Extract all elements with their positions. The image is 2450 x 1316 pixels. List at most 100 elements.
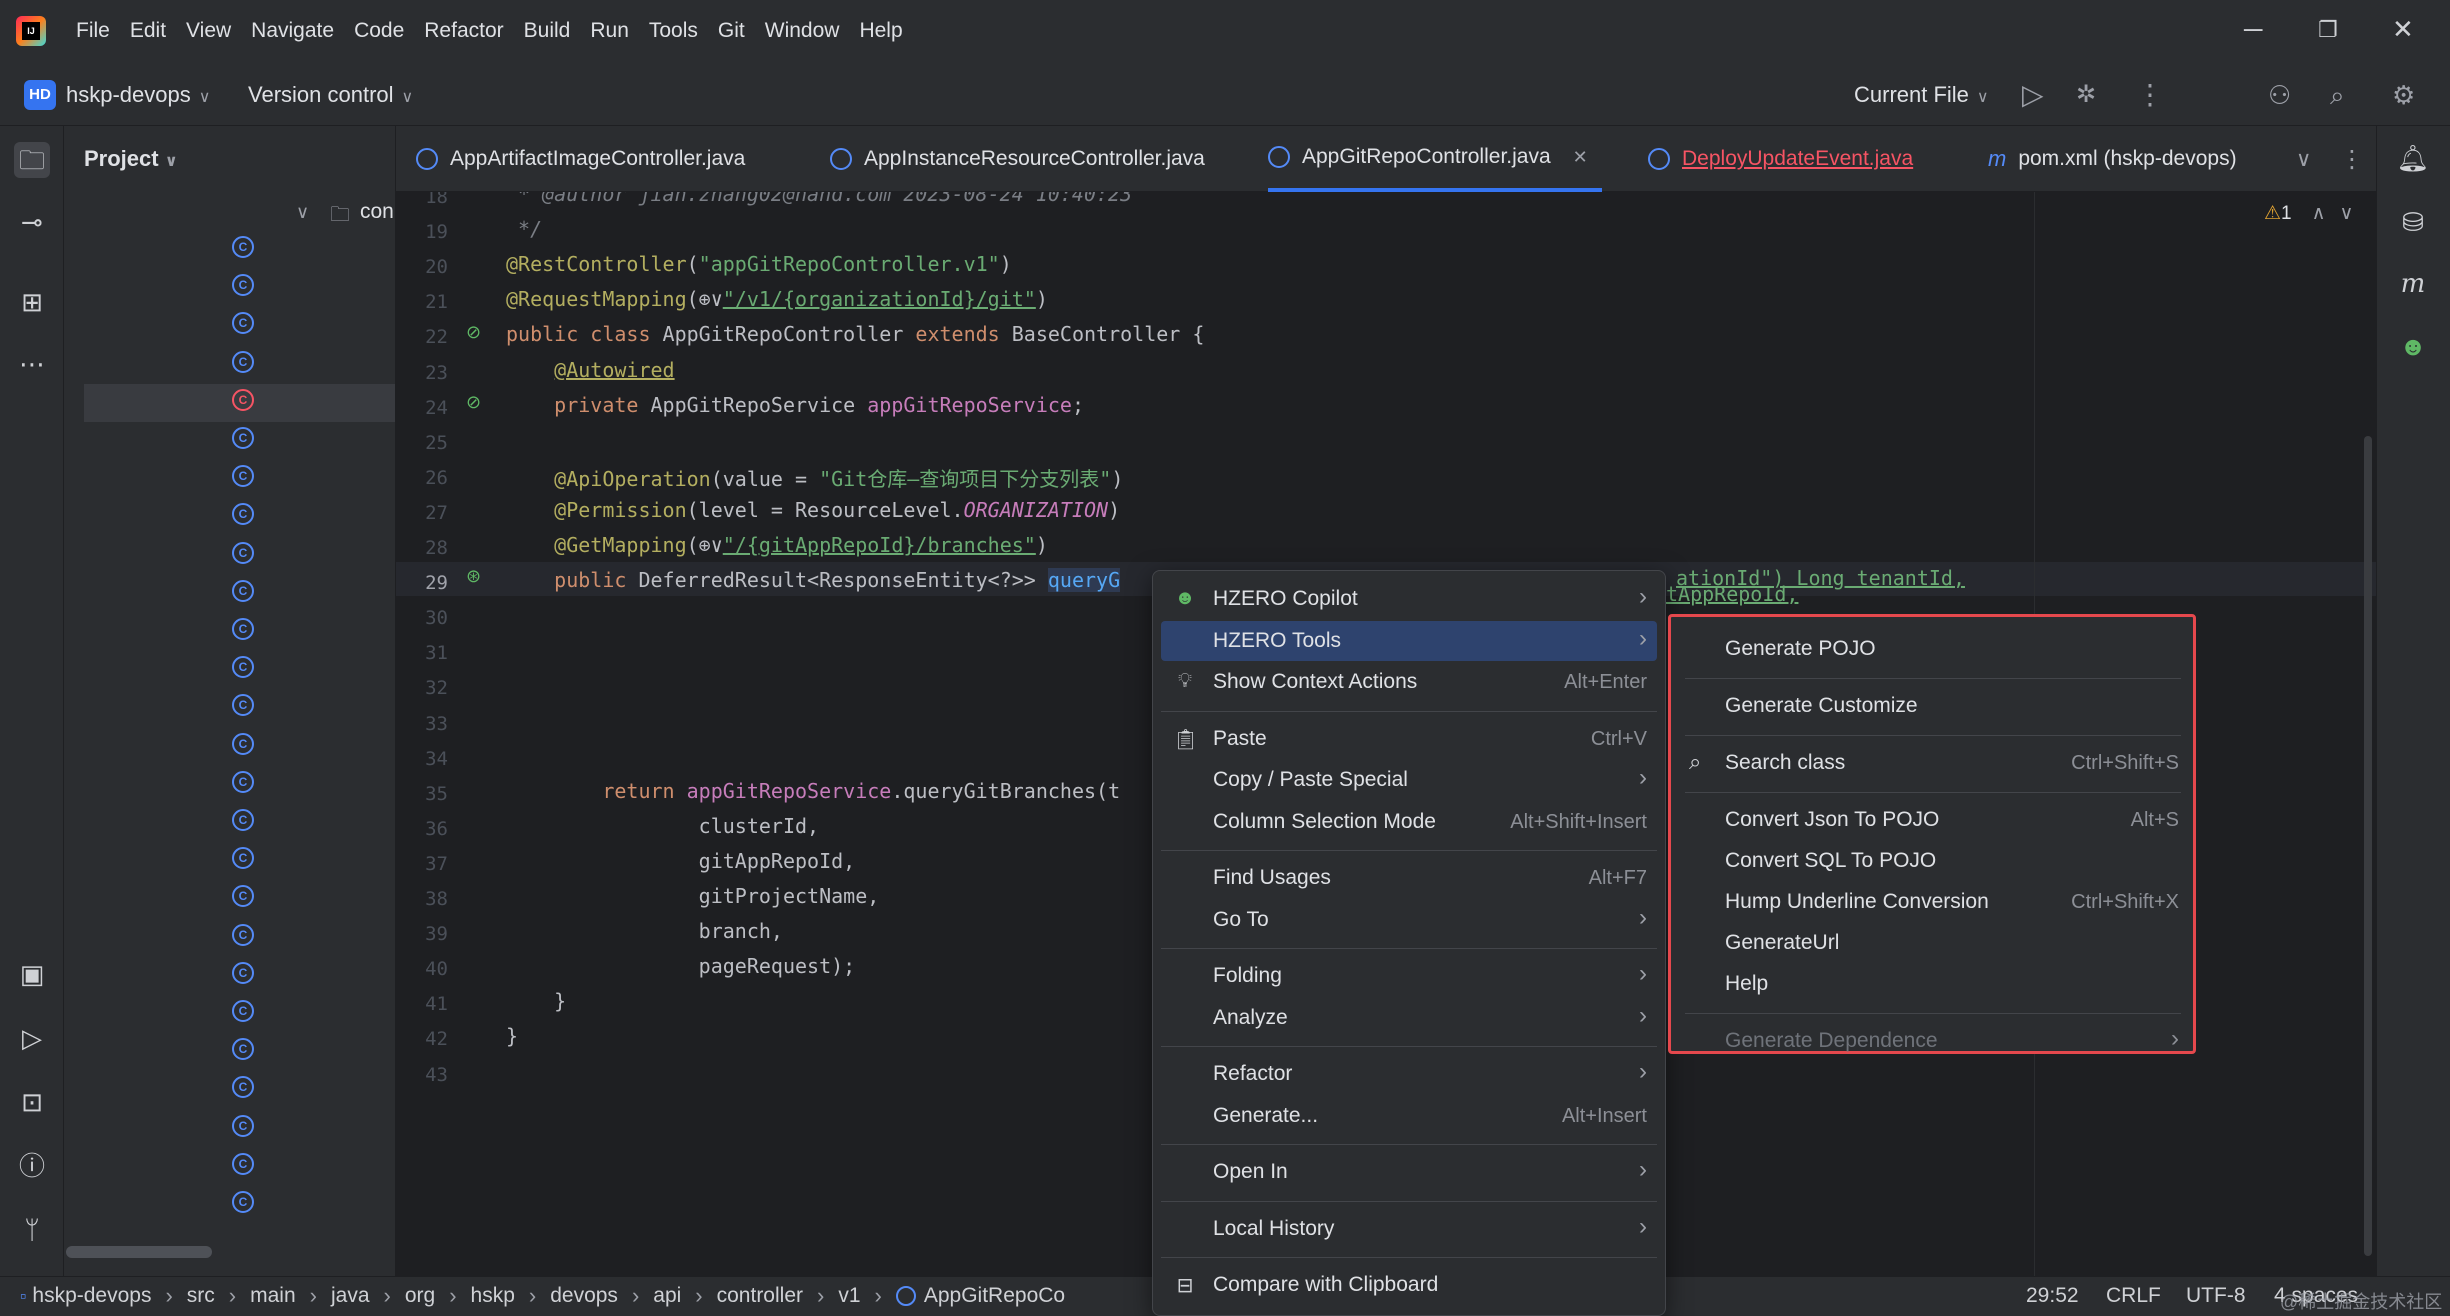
menu-item-local-history[interactable]: Local History › [1161, 1209, 1657, 1249]
class-icon[interactable]: C [232, 656, 254, 679]
menu-navigate[interactable]: Navigate [241, 19, 344, 43]
menu-item-hzero-tools[interactable]: HZERO Tools › [1161, 620, 1657, 661]
class-icon[interactable]: C [232, 312, 254, 335]
breadcrumb-item[interactable]: src [187, 1284, 215, 1308]
copilot-icon[interactable]: ☻ [2395, 328, 2431, 364]
endpoint-gutter-icon[interactable]: ⊛ [466, 566, 481, 587]
menu-git[interactable]: Git [708, 19, 755, 43]
bean-gutter-icon[interactable]: ⊘ [466, 322, 481, 343]
submenu-item-generate-pojo[interactable]: Generate POJO [1677, 629, 2187, 669]
more-tools-icon[interactable]: ⋯ [14, 346, 50, 382]
tabs-dropdown-icon[interactable]: ∨ [2296, 126, 2311, 192]
tab-app-instance-resource-controller[interactable]: AppInstanceResourceController.java [830, 126, 1205, 192]
menu-item-column-selection-mode[interactable]: Column Selection Mode Alt+Shift+Insert [1161, 802, 1657, 842]
class-icon[interactable]: C [232, 1152, 254, 1175]
class-icon[interactable]: C [232, 236, 254, 258]
app-logo[interactable]: IJ [16, 16, 46, 46]
breadcrumb-item[interactable]: java [331, 1284, 370, 1308]
class-icon[interactable]: C [232, 1000, 254, 1022]
class-icon[interactable]: C [232, 274, 254, 297]
breadcrumb-item[interactable]: api [653, 1284, 681, 1308]
menu-item-go-to[interactable]: Go To › [1161, 900, 1657, 940]
bean-gutter-icon[interactable]: ⊘ [466, 392, 481, 413]
caret-position[interactable]: 29:52 [2026, 1284, 2079, 1308]
prev-highlight-icon[interactable]: ∧ [2312, 203, 2326, 224]
breadcrumb-item[interactable]: main [250, 1284, 296, 1308]
database-icon[interactable]: ⛁ [2395, 204, 2431, 240]
class-icon[interactable]: C [232, 961, 254, 984]
submenu-item-hump-underline-conversion[interactable]: Hump Underline Conversion Ctrl+Shift+X [1677, 882, 2187, 922]
next-highlight-icon[interactable]: ∨ [2340, 203, 2354, 224]
menu-item-hzero-copilot[interactable]: ☻ HZERO Copilot › [1161, 579, 1657, 619]
vertical-scrollbar[interactable] [2364, 436, 2372, 1256]
class-icon[interactable]: C [232, 809, 254, 831]
submenu-item-generate-customize[interactable]: Generate Customize [1677, 686, 2187, 726]
project-selector[interactable]: hskp-devops ∨ [66, 80, 210, 113]
submenu-item-generateurl[interactable]: GenerateUrl [1677, 923, 2187, 963]
terminal-icon[interactable]: ⊡ [14, 1084, 50, 1120]
submenu-item-help[interactable]: Help [1677, 964, 2187, 1004]
breadcrumb-item[interactable]: hskp [471, 1284, 515, 1308]
notifications-icon[interactable]: 🔔︎ [2395, 140, 2431, 176]
menu-edit[interactable]: Edit [120, 19, 176, 43]
submenu-item-convert-json-to-pojo[interactable]: Convert Json To POJO Alt+S [1677, 800, 2187, 840]
menu-item-refactor[interactable]: Refactor › [1161, 1054, 1657, 1094]
tab-app-artifact-image-controller[interactable]: AppArtifactImageController.java [416, 126, 745, 192]
menu-item-open-in[interactable]: Open In › [1161, 1152, 1657, 1192]
project-panel-title[interactable]: Project ∨ [84, 146, 178, 172]
menu-item-folding[interactable]: Folding › [1161, 956, 1657, 996]
folder-icon[interactable]: 🗀 [14, 142, 50, 178]
class-icon[interactable]: C [232, 541, 254, 564]
menu-item-analyze[interactable]: Analyze › [1161, 998, 1657, 1038]
class-icon[interactable]: C [232, 847, 254, 870]
class-icon[interactable]: C [232, 770, 254, 793]
debug-icon[interactable]: ✲ [2076, 78, 2096, 112]
class-icon[interactable]: C [232, 618, 254, 640]
search-icon[interactable]: ⌕ [2330, 78, 2345, 112]
tab-deploy-update-event[interactable]: DeployUpdateEvent.java [1648, 126, 1913, 192]
class-icon[interactable]: C [232, 579, 254, 602]
add-user-icon[interactable]: ⚇ [2268, 78, 2291, 112]
run-config-selector[interactable]: Current File ∨ [1854, 80, 1989, 113]
class-icon[interactable]: C [232, 1038, 254, 1061]
submenu-item-search-class[interactable]: ⌕ Search class Ctrl+Shift+S [1677, 743, 2187, 783]
class-icon[interactable]: C [232, 732, 254, 755]
structure-icon[interactable]: ⊞ [14, 284, 50, 320]
menu-tools[interactable]: Tools [639, 19, 708, 43]
class-icon[interactable]: C [232, 503, 254, 526]
menu-build[interactable]: Build [514, 19, 581, 43]
menu-refactor[interactable]: Refactor [414, 19, 513, 43]
close-window-icon[interactable]: ✕ [2392, 14, 2414, 45]
breadcrumb-item[interactable]: org [405, 1284, 435, 1308]
class-icon[interactable]: C [232, 885, 254, 908]
class-icon[interactable]: C [232, 1191, 254, 1213]
class-icon[interactable]: C [232, 388, 254, 411]
tab-pom-xml[interactable]: m pom.xml (hskp-devops) [1988, 126, 2237, 192]
file-encoding[interactable]: UTF-8 [2186, 1284, 2246, 1308]
settings-icon[interactable]: ⚙ [2392, 78, 2415, 112]
menu-item-compare-with-clipboard[interactable]: ⊟ Compare with Clipboard [1161, 1265, 1657, 1305]
horizontal-scrollbar[interactable] [66, 1246, 212, 1258]
restore-icon[interactable]: ❐ [2318, 17, 2338, 43]
tree-folder-label[interactable]: con [360, 200, 394, 224]
breadcrumb-item[interactable]: AppGitRepoCo [924, 1284, 1065, 1308]
menu-run[interactable]: Run [580, 19, 639, 43]
line-separator[interactable]: CRLF [2106, 1284, 2161, 1308]
class-icon[interactable]: C [232, 1114, 254, 1137]
run-icon[interactable]: ▷ [2022, 78, 2044, 112]
problems-icon[interactable]: ⓘ [14, 1148, 50, 1184]
close-tab-icon[interactable]: ✕ [1573, 147, 1588, 168]
minimize-icon[interactable]: ─ [2244, 14, 2262, 45]
terminal-window-icon[interactable]: ▣ [14, 956, 50, 992]
tabs-more-icon[interactable]: ⋮ [2340, 126, 2364, 192]
menu-code[interactable]: Code [344, 19, 414, 43]
breadcrumb-item[interactable]: hskp-devops [32, 1284, 151, 1308]
git-branch-icon[interactable]: ᛘ [14, 1212, 50, 1248]
class-icon[interactable]: C [232, 923, 254, 946]
more-icon[interactable]: ⋮ [2136, 78, 2164, 112]
class-icon[interactable]: C [232, 1076, 254, 1099]
breadcrumb-item[interactable]: devops [550, 1284, 618, 1308]
class-icon[interactable]: C [232, 427, 254, 449]
menu-file[interactable]: File [66, 19, 120, 43]
menu-item-find-usages[interactable]: Find Usages Alt+F7 [1161, 858, 1657, 898]
